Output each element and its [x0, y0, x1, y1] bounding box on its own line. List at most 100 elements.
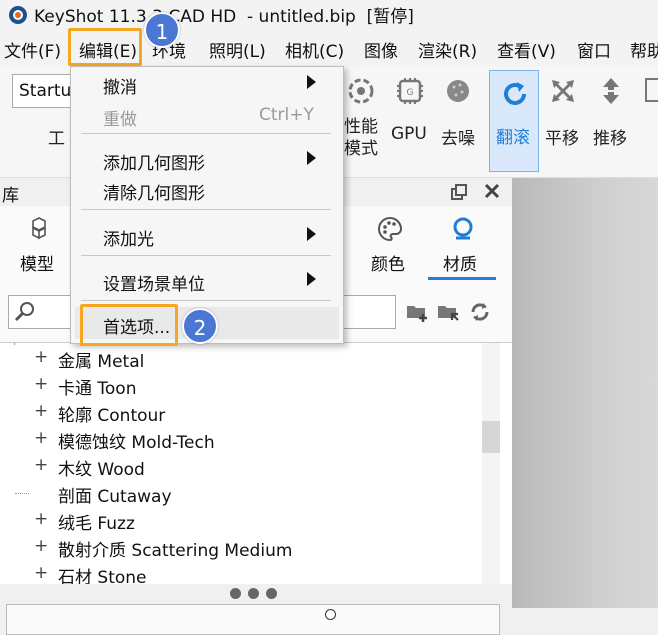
tree-row-wood[interactable]: + 木纹 Wood: [6, 453, 480, 480]
submenu-arrow-icon: [307, 75, 316, 89]
expand-icon[interactable]: +: [34, 563, 48, 583]
splitter-handle[interactable]: [230, 587, 280, 601]
expand-icon[interactable]: +: [34, 536, 48, 556]
callout-badge-2: 2: [182, 308, 218, 344]
thumbnail-area: [6, 604, 500, 635]
expand-icon[interactable]: +: [34, 455, 48, 475]
submenu-arrow-icon: [307, 272, 316, 286]
menu-item-add-light[interactable]: 添加光: [103, 225, 154, 250]
float-panel-icon[interactable]: [450, 183, 468, 201]
refresh-icon[interactable]: [468, 300, 492, 324]
submenu-arrow-icon: [307, 227, 316, 241]
performance-mode-icon[interactable]: [346, 76, 376, 106]
tab-material-label: 材质: [443, 255, 477, 275]
window-title: KeyShot 11.3.3 CAD HD - untitled.bip [暂停…: [34, 7, 414, 27]
tab-material[interactable]: 材质: [428, 214, 496, 280]
tree-label: 绒毛 Fuzz: [58, 514, 135, 534]
tumble-button[interactable]: 翻滚: [489, 70, 539, 172]
import-folder-icon[interactable]: [436, 300, 460, 324]
tree-label: 轮廓 Contour: [58, 406, 166, 426]
menu-item-undo[interactable]: 撤消: [103, 73, 137, 98]
menu-render[interactable]: 渲染(R): [418, 37, 477, 62]
menu-lighting[interactable]: 照明(L): [209, 37, 266, 62]
menu-file[interactable]: 文件(F): [4, 37, 61, 62]
tree-scrollbar[interactable]: [482, 343, 500, 585]
menu-item-scene-units[interactable]: 设置场景单位: [103, 270, 205, 295]
tree-row-metal[interactable]: + 金属 Metal: [6, 345, 480, 372]
menu-separator: [81, 255, 331, 256]
expand-icon[interactable]: +: [34, 401, 48, 421]
tree-row-mold-tech[interactable]: + 模德蚀纹 Mold-Tech: [6, 426, 480, 453]
library-bottom: [0, 584, 512, 635]
tree-scrollbar-thumb[interactable]: [482, 421, 500, 453]
edit-menu-dropdown: 撤消 重做 Ctrl+Y 添加几何图形 清除几何图形 添加光 设置场景单位 首选…: [70, 66, 344, 344]
denoise-label: 去噪: [441, 129, 475, 149]
menu-view[interactable]: 查看(V): [497, 37, 556, 62]
pan-label: 平移: [545, 129, 579, 149]
tree-label: 卡通 Toon: [58, 379, 137, 399]
viewport-pivot-handle[interactable]: [325, 609, 336, 620]
menu-item-add-geometry[interactable]: 添加几何图形: [103, 149, 205, 174]
material-icon: [453, 217, 473, 240]
dolly-icon[interactable]: [596, 76, 626, 106]
expand-icon[interactable]: +: [34, 428, 48, 448]
tree-label: 金属 Metal: [58, 352, 145, 372]
tab-color[interactable]: 颜色: [362, 214, 418, 278]
performance-label-2: 模式: [344, 139, 378, 159]
library-title: 库: [2, 186, 19, 206]
menu-separator: [81, 300, 331, 301]
dolly-label: 推移: [593, 129, 627, 149]
redo-shortcut: Ctrl+Y: [259, 105, 314, 125]
search-icon: [14, 302, 34, 322]
material-tree: + 金属 Metal + 卡通 Toon + 轮廓 Contour + 模德蚀纹 Mol…: [0, 342, 512, 585]
title-bar: KeyShot 11.3.3 CAD HD - untitled.bip [暂停…: [0, 0, 658, 30]
tab-model-label: 模型: [20, 255, 54, 275]
close-panel-icon[interactable]: [483, 182, 501, 200]
gpu-icon[interactable]: G: [395, 76, 425, 106]
submenu-arrow-icon: [307, 151, 316, 165]
tumble-label: 翻滚: [496, 128, 530, 148]
tree-label: 木纹 Wood: [58, 460, 145, 480]
callout-badge-1: 1: [144, 12, 180, 48]
menu-separator: [81, 133, 331, 134]
menu-help[interactable]: 帮助: [630, 37, 658, 62]
tree-row-contour[interactable]: + 轮廓 Contour: [6, 399, 480, 426]
gpu-label: GPU: [391, 124, 427, 144]
menu-image[interactable]: 图像: [364, 37, 398, 62]
menu-separator: [81, 209, 331, 210]
startup-dropdown[interactable]: Startu: [12, 74, 72, 108]
add-folder-icon[interactable]: [405, 300, 429, 324]
tree-row-cutaway[interactable]: 剖面 Cutaway: [6, 480, 480, 507]
cubes-icon: [32, 217, 46, 240]
tree-row-toon[interactable]: + 卡通 Toon: [6, 372, 480, 399]
render-viewport[interactable]: [512, 178, 658, 608]
tree-label: 模德蚀纹 Mold-Tech: [58, 433, 215, 453]
pan-icon[interactable]: [548, 76, 578, 106]
tree-label: 剖面 Cutaway: [58, 487, 172, 507]
tree-connector: [15, 493, 29, 494]
menu-camera[interactable]: 相机(C): [285, 37, 344, 62]
tree-row-fuzz[interactable]: + 绒毛 Fuzz: [6, 507, 480, 534]
tree-label: 散射介质 Scattering Medium: [58, 541, 293, 561]
keyshot-logo-icon: [9, 6, 27, 24]
callout-preferences-highlight: [80, 304, 178, 346]
tab-color-label: 颜色: [371, 255, 405, 275]
expand-icon[interactable]: +: [34, 509, 48, 529]
menu-window[interactable]: 窗口: [577, 37, 611, 62]
expand-icon[interactable]: +: [34, 347, 48, 367]
work-label: 工: [48, 129, 65, 149]
tree-row-stone[interactable]: + 石材 Stone: [6, 561, 480, 585]
svg-text:G: G: [407, 88, 414, 98]
palette-icon: [378, 216, 403, 242]
denoise-icon[interactable]: [443, 76, 473, 106]
toolbar-more-icon[interactable]: [645, 78, 658, 102]
callout-edit-menu-highlight: [68, 28, 142, 66]
expand-icon[interactable]: +: [34, 374, 48, 394]
tree-label: 石材 Stone: [58, 568, 147, 585]
tumble-icon: [504, 82, 526, 105]
tree-row-scattering-medium[interactable]: + 散射介质 Scattering Medium: [6, 534, 480, 561]
menu-item-clear-geometry[interactable]: 清除几何图形: [103, 179, 205, 204]
startup-value: Startu: [19, 81, 72, 101]
menu-item-redo: 重做: [103, 110, 137, 130]
tab-model[interactable]: 模型: [12, 214, 68, 278]
